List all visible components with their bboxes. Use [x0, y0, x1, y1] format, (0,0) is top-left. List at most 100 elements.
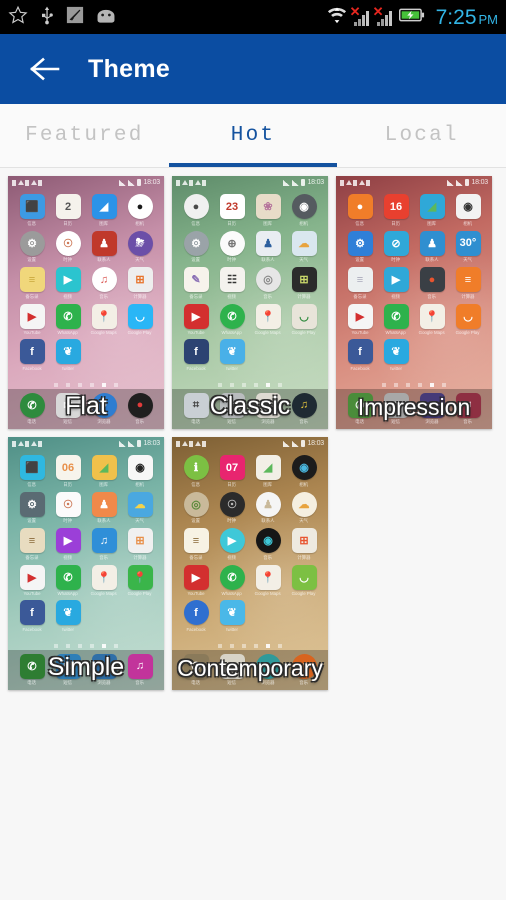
preview-dock-app-3: ● 浏览器: [91, 392, 117, 426]
app-icon: ⊕: [219, 230, 245, 256]
theme-card[interactable]: 18:03 ℹ 信息 07 日历 ◢ 图库 ◉ 相机 ◎ 设置 ☉ 时钟 ♟ 联系人 ☁ 天气 ≡ 备忘录 ▶ 视频 ◉ 音…: [172, 437, 328, 690]
preview-app-14: ✆ WhatsApp: [50, 303, 86, 336]
preview-signal-icon: [292, 179, 300, 186]
theme-card[interactable]: 18:03 ● 信息 16 日历 ◢ 图库 ◉ 相机 ⚙ 设置 ⊘ 时钟 ♟ 联系人 30° 天气 ≡ 备忘录 ▶ 视频…: [336, 176, 492, 429]
app-icon: ✆: [347, 392, 373, 418]
app-icon-label: Google Maps: [255, 591, 281, 596]
tab-local[interactable]: Local: [337, 104, 506, 167]
preview-app-1: ● 信息: [178, 194, 214, 227]
app-icon-label: 短信: [227, 419, 237, 425]
page-dot: [114, 644, 118, 648]
app-icon: 07: [219, 455, 245, 480]
theme-card[interactable]: 18:03 ⬛ 信息 2 日历 ◢ 图库 ● 相机 ⚙ 设置 ☉ 时钟 ♟ 联系人 ⛈ 天气 ≡ 备忘录 ▶ 视频 ♫ 音乐…: [8, 176, 164, 429]
preview-app-10: ▶ 视频: [50, 528, 86, 561]
preview-dock-app-2: ✉ 短信: [55, 392, 81, 426]
preview-app-10: ☷ 视频: [214, 267, 250, 300]
app-icon-label: 设置: [191, 518, 201, 523]
battery-charging-icon: [398, 7, 425, 28]
app-icon: ✆: [219, 564, 245, 590]
app-icon-label: 计算器: [133, 293, 147, 299]
page-dot: [90, 383, 94, 387]
app-icon-label: 音乐: [463, 419, 473, 425]
page-dot: [254, 383, 258, 387]
preview-dock-app-2: ✉ 短信: [219, 392, 245, 426]
app-icon: ▶: [19, 303, 45, 329]
page-dot: [278, 383, 282, 387]
preview-status-glyph: [30, 441, 37, 446]
page-dot: [406, 383, 410, 387]
theme-card[interactable]: 18:03 ● 信息 23 日历 ❀ 图库 ◉ 相机 ⚙ 设置 ⊕ 时钟 ♟ 联系人 ☁ 天气 ✎ 备忘录 ☷ 视频 ◎ 音…: [172, 176, 328, 429]
tab-hot[interactable]: Hot: [168, 104, 338, 167]
app-icon-label: 备忘录: [189, 554, 203, 560]
app-icon-label: 计算器: [297, 293, 311, 299]
preview-status-bar: 18:03: [172, 437, 328, 450]
preview-clock: 18:03: [471, 179, 488, 186]
page-dot: [54, 644, 58, 648]
app-icon: ▶: [219, 528, 245, 553]
preview-app-7: ♟ 联系人: [250, 491, 286, 525]
app-icon-label: 时钟: [63, 257, 73, 262]
app-icon-label: 浏览器: [97, 419, 111, 425]
preview-app-7: ♟ 联系人: [250, 230, 286, 264]
preview-status-glyph: [176, 440, 180, 447]
preview-app-3: ◢ 图库: [86, 194, 122, 227]
preview-app-6: ⊘ 时钟: [378, 230, 414, 264]
app-icon: ☁: [291, 230, 317, 256]
app-icon-label: 图库: [427, 220, 437, 226]
tab-featured[interactable]: Featured: [0, 104, 169, 167]
app-icon: ✉: [55, 392, 81, 418]
no-service-x-icon: ✕: [372, 4, 384, 19]
preview-dock-app-4: ♫ 音乐: [291, 653, 317, 687]
preview-app-2: 2 日历: [50, 194, 86, 227]
page-dot: [66, 383, 70, 387]
app-icon: ⊞: [127, 528, 153, 553]
app-icon: 📍: [91, 303, 117, 329]
preview-app-5: ⚙ 设置: [14, 491, 50, 525]
app-icon-label: 备忘录: [189, 293, 203, 299]
app-icon: ⬛: [19, 455, 45, 480]
app-icon-label: Google Play: [292, 330, 316, 335]
app-icon: ✎: [183, 267, 209, 292]
app-icon: ◡: [291, 303, 317, 329]
preview-clock: 18:03: [307, 440, 324, 447]
app-icon-label: 天气: [299, 518, 309, 523]
app-icon-label: 设置: [355, 257, 365, 262]
theme-card[interactable]: 18:03 ⬛ 信息 06 日历 ◢ 图库 ◉ 相机 ⚙ 设置 ☉ 时钟 ♟ 联系人 ☁ 天气 ≡ 备忘录 ▶ 视频 ♫ 音…: [8, 437, 164, 690]
app-icon: ≡: [19, 528, 45, 553]
preview-status-bar: 18:03: [336, 176, 492, 189]
preview-app-16: ◡ Google Play: [122, 303, 158, 336]
app-icon-label: Google Play: [456, 330, 480, 335]
preview-app-5: ⚙ 设置: [342, 230, 378, 264]
preview-app-4: ◉ 相机: [286, 455, 322, 488]
app-icon: ▶: [19, 564, 45, 590]
preview-app-12: ⊞ 计算器: [122, 528, 158, 561]
preview-page-dots: [336, 383, 492, 387]
preview-status-glyph: [189, 179, 193, 186]
preview-app-4: ● 相机: [122, 194, 158, 227]
app-icon: ❦: [383, 339, 409, 364]
clock-time: 7:25: [435, 5, 477, 29]
app-icon: ●: [255, 653, 281, 679]
preview-app-8: ⛈ 天气: [122, 230, 158, 264]
app-icon: 📍: [91, 564, 117, 590]
preview-app-7: ♟ 联系人: [86, 491, 122, 525]
page-dot: [242, 383, 246, 387]
arrow-left-icon[interactable]: [28, 52, 62, 86]
app-icon-label: 天气: [135, 257, 145, 262]
preview-app-3: ◢ 图库: [86, 455, 122, 488]
preview-app-16: ◡ Google Play: [450, 303, 486, 336]
app-icon-label: YouTube: [23, 330, 41, 335]
app-icon: ◎: [255, 267, 281, 292]
preview-app-14: ✆ WhatsApp: [378, 303, 414, 336]
app-icon: ≡: [183, 528, 209, 553]
app-icon-label: 天气: [135, 518, 145, 523]
page-title: Theme: [88, 54, 171, 83]
preview-dock-app-1: ⌗ 电话: [183, 392, 209, 426]
preview-app-16: ◡ Google Play: [286, 564, 322, 597]
app-icon-label: 电话: [191, 419, 201, 425]
preview-app-17: f Facebook: [14, 600, 50, 632]
preview-status-glyph: [12, 440, 16, 447]
app-icon: ⬛: [19, 194, 45, 219]
signal-bars-icon-sim2: ✕: [372, 4, 394, 27]
preview-app-6: ☉ 时钟: [50, 230, 86, 264]
